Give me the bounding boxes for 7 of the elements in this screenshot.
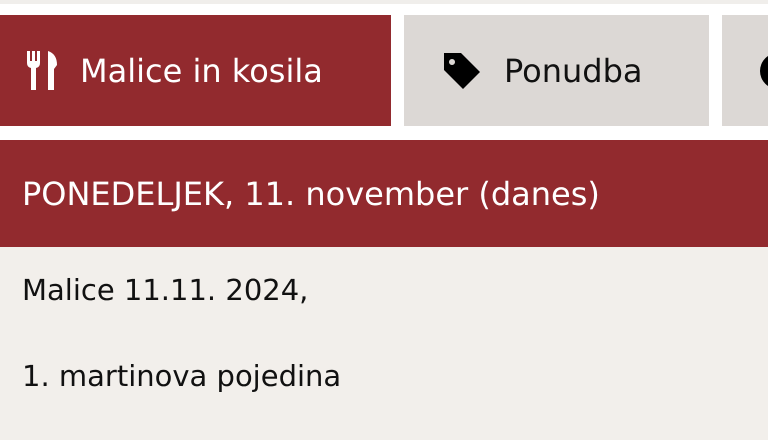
fork-knife-icon [26,50,58,90]
tag-icon [442,50,482,90]
tab[interactable]: Malice in kosila [0,15,391,126]
menu-line: 1. martinova pojedina [22,359,342,393]
day-heading: PONEDELJEK, 11. november (danes) [22,174,600,212]
menu-line: Malice 11.11. 2024, [22,273,310,307]
tab[interactable]: Ponudba [404,15,709,126]
